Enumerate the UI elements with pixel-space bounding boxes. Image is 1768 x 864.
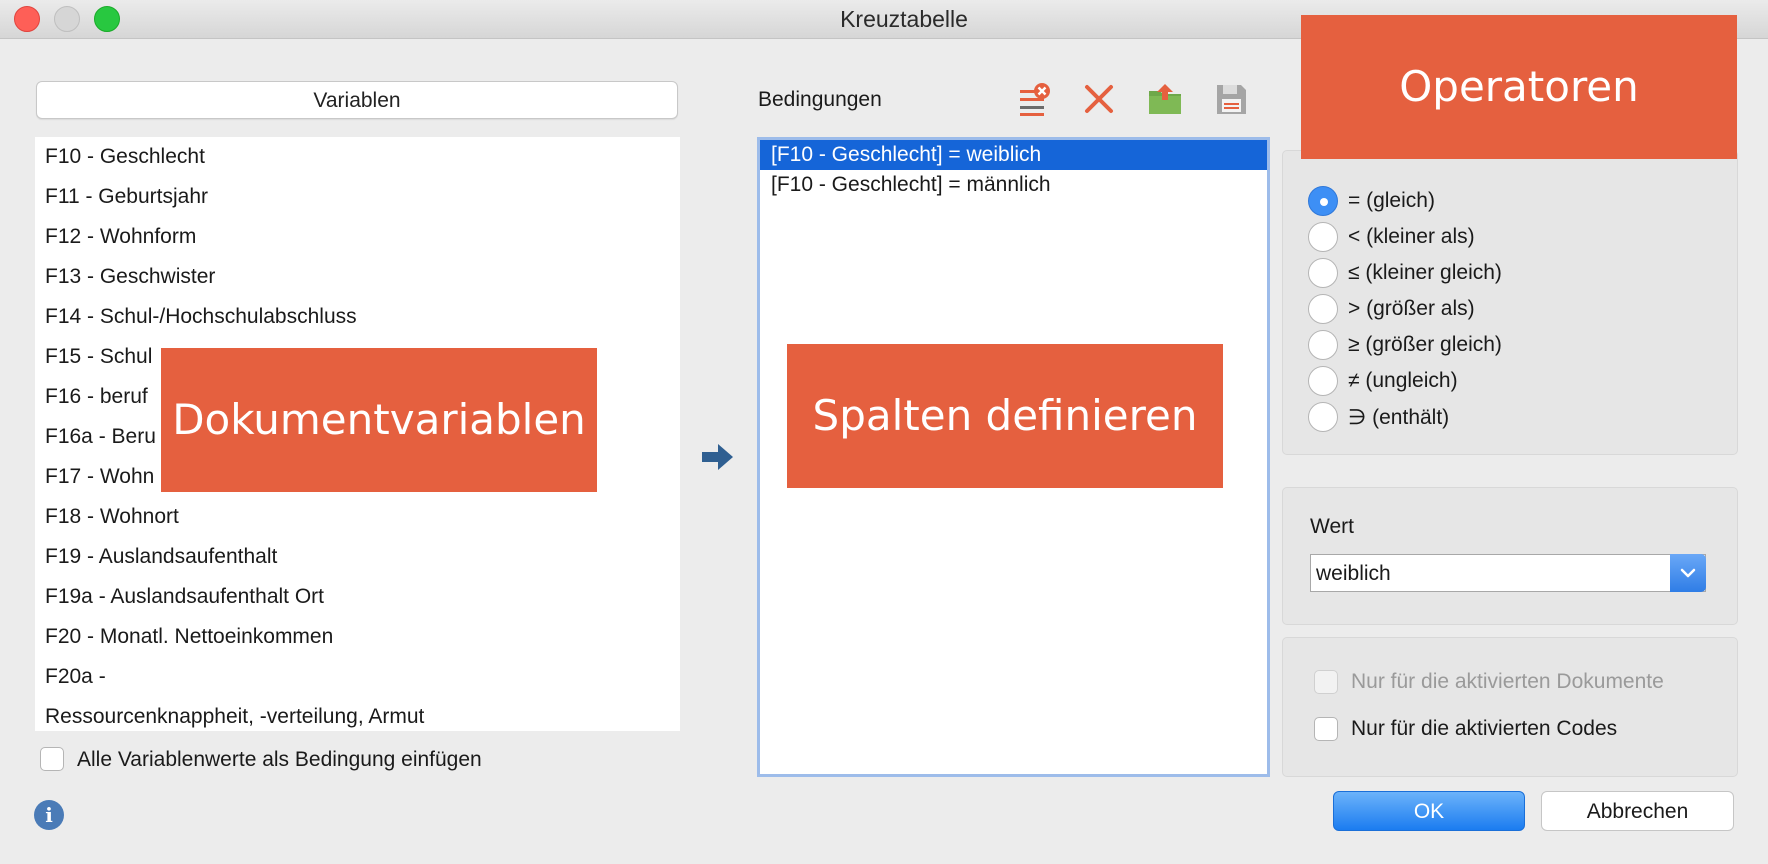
clear-list-icon[interactable] xyxy=(1015,80,1053,118)
variables-header-button[interactable]: Variablen xyxy=(36,81,678,119)
annotation-define-columns: Spalten definieren xyxy=(787,344,1223,488)
save-icon[interactable] xyxy=(1212,80,1250,118)
operator-radio-equal[interactable] xyxy=(1308,186,1338,216)
operator-radio-contains[interactable] xyxy=(1308,402,1338,432)
condition-list-item-selected[interactable]: [F10 - Geschlecht] = weiblich xyxy=(760,140,1267,170)
insert-all-values-checkbox[interactable] xyxy=(40,747,64,771)
activated-documents-label: Nur für die aktivierten Dokumente xyxy=(1351,670,1664,693)
annotation-operators: Operatoren xyxy=(1301,15,1737,159)
operator-label: ≤ (kleiner gleich) xyxy=(1348,261,1502,284)
variable-list-item[interactable]: F12 - Wohnform xyxy=(35,217,680,257)
operator-label: = (gleich) xyxy=(1348,189,1435,212)
activated-documents-checkbox[interactable] xyxy=(1314,670,1338,694)
variable-list-item[interactable]: F19 - Auslandsaufenthalt xyxy=(35,537,680,577)
operator-label: < (kleiner als) xyxy=(1348,225,1475,248)
operator-label: ≠ (ungleich) xyxy=(1348,369,1458,392)
variable-list-item[interactable]: F11 - Geburtsjahr xyxy=(35,177,680,217)
operator-label: ≥ (größer gleich) xyxy=(1348,333,1502,356)
delete-icon[interactable] xyxy=(1080,80,1118,118)
value-label: Wert xyxy=(1310,515,1354,538)
operator-label: > (größer als) xyxy=(1348,297,1475,320)
variable-list-item[interactable]: F10 - Geschlecht xyxy=(35,137,680,177)
operator-radio-greater-equal[interactable] xyxy=(1308,330,1338,360)
operator-radio-less-equal[interactable] xyxy=(1308,258,1338,288)
operator-label: ∋ (enthält) xyxy=(1348,406,1450,429)
variable-list-item[interactable]: F13 - Geschwister xyxy=(35,257,680,297)
condition-list-item[interactable]: [F10 - Geschlecht] = männlich xyxy=(760,170,1267,200)
variable-list-item[interactable]: F18 - Wohnort xyxy=(35,497,680,537)
variable-list-item[interactable]: F20a - xyxy=(35,657,680,697)
chevron-down-icon[interactable] xyxy=(1670,554,1706,592)
insert-all-values-label: Alle Variablenwerte als Bedingung einfüg… xyxy=(77,748,482,771)
options-group xyxy=(1282,637,1738,777)
activated-codes-checkbox[interactable] xyxy=(1314,717,1338,741)
activated-codes-label: Nur für die aktivierten Codes xyxy=(1351,717,1618,740)
operator-radio-not-equal[interactable] xyxy=(1308,366,1338,396)
open-folder-icon[interactable] xyxy=(1146,80,1184,118)
value-combobox[interactable]: weiblich xyxy=(1310,554,1706,592)
info-icon[interactable]: i xyxy=(34,800,64,830)
variable-list-item[interactable]: F20 - Monatl. Nettoeinkommen xyxy=(35,617,680,657)
variable-list-item[interactable]: F19a - Auslandsaufenthalt Ort xyxy=(35,577,680,617)
value-combobox-text: weiblich xyxy=(1316,562,1391,585)
operator-radio-less-than[interactable] xyxy=(1308,222,1338,252)
conditions-label: Bedingungen xyxy=(758,88,882,111)
add-condition-arrow-icon[interactable] xyxy=(702,443,734,476)
variable-list-item[interactable]: F14 - Schul-/Hochschulabschluss xyxy=(35,297,680,337)
variable-list-item[interactable]: Ressourcenknappheit, -verteilung, Armut xyxy=(35,697,680,731)
cancel-button[interactable]: Abbrechen xyxy=(1541,791,1734,831)
ok-button[interactable]: OK xyxy=(1333,791,1525,831)
annotation-document-variables: Dokumentvariablen xyxy=(161,348,597,492)
operator-radio-greater-than[interactable] xyxy=(1308,294,1338,324)
